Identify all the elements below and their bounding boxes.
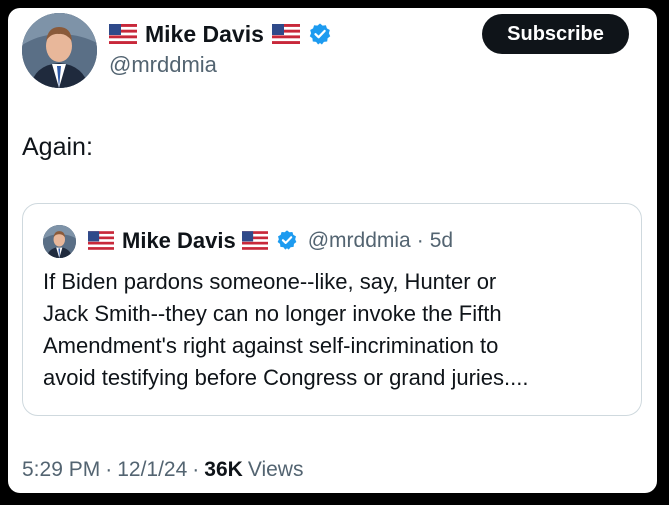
quoted-tweet-time[interactable]: 5d: [430, 229, 453, 253]
separator-dot: ·: [105, 458, 113, 481]
us-flag-icon: [88, 231, 116, 251]
separator-dot: ·: [416, 229, 424, 252]
separator-dot: ·: [192, 458, 200, 481]
quoted-tweet-line: If Biden pardons someone--like, say, Hun…: [43, 269, 497, 294]
quoted-author-display-name: Mike Davis: [122, 228, 236, 253]
quoted-tweet-line: Jack Smith--they can no longer invoke th…: [43, 301, 502, 326]
tweet-text: Again:: [22, 133, 93, 161]
quoted-tweet-header: Mike Davis @mrddmia · 5d: [43, 224, 453, 258]
verified-badge-icon: [276, 229, 300, 253]
us-flag-icon: [109, 24, 137, 44]
views-label: Views: [247, 458, 304, 481]
quoted-tweet-line: Amendment's right against self-incrimina…: [43, 333, 499, 358]
quoted-tweet-text: If Biden pardons someone--like, say, Hun…: [43, 266, 613, 394]
quoted-tweet[interactable]: Mike Davis @mrddmia · 5d If Biden pardon…: [22, 203, 642, 416]
views-count: 36K: [204, 458, 243, 481]
us-flag-icon: [271, 24, 300, 44]
author-avatar[interactable]: [22, 13, 97, 88]
quoted-author-handle: @mrddmia: [307, 229, 411, 252]
tweet-card: Mike Davis @mrddmia Subscribe Again: Mik…: [8, 8, 657, 493]
us-flag-icon: [241, 231, 270, 251]
quoted-author-avatar[interactable]: [43, 224, 76, 258]
tweet-date[interactable]: 12/1/24: [117, 458, 187, 482]
tweet-meta: 5:29 PM · 12/1/24 · 36K Views: [22, 458, 303, 482]
quoted-tweet-line: avoid testifying before Congress or gran…: [43, 365, 529, 390]
tweet-time[interactable]: 5:29 PM: [22, 458, 100, 482]
author-handle[interactable]: @mrddmia: [109, 52, 217, 78]
author-name-row: Mike Davis: [109, 20, 332, 48]
author-display-name[interactable]: Mike Davis: [145, 21, 264, 48]
verified-badge-icon[interactable]: [308, 22, 332, 46]
subscribe-button[interactable]: Subscribe: [482, 14, 629, 54]
